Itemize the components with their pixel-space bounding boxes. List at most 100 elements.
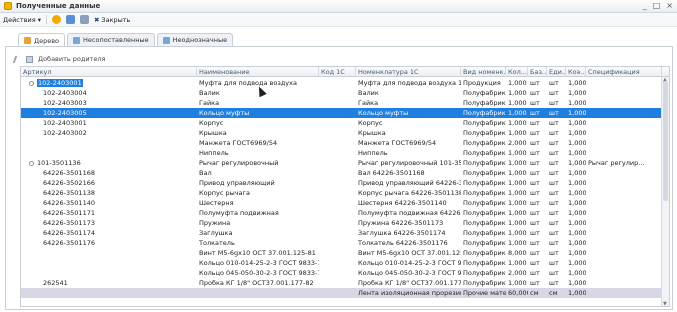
col-specification-cell: [586, 88, 662, 98]
vertical-scrollbar[interactable]: ▲ ▼: [661, 77, 669, 306]
article-text: 102-2403005: [43, 109, 87, 117]
tab-tree[interactable]: Дерево: [18, 33, 66, 47]
close-window-button[interactable]: ×: [666, 1, 673, 10]
table-row[interactable]: Кольцо 045-050-30-2-3 ГОСТ 9833-73 / ГО.…: [21, 268, 662, 278]
col-code-1c-cell: [319, 138, 356, 148]
col-quantity-cell: 1,000: [508, 129, 527, 137]
col-unit-cell: шт: [549, 139, 559, 147]
grid-icon[interactable]: [65, 15, 75, 24]
table-row[interactable]: 64226-3501176 Толкатель Толкатель 64226-35…: [21, 238, 662, 248]
article-text: 64226-3501140: [43, 199, 95, 207]
col-coefficient-cell: 1,000: [568, 159, 586, 167]
add-parents-button[interactable]: Добавить родителя: [38, 55, 105, 63]
col-unit-cell: шт: [549, 199, 559, 207]
table-row[interactable]: 64226-3502166 Привод управляющий Привод уп…: [21, 178, 662, 188]
app-icon: [4, 2, 12, 10]
tab-ambiguous[interactable]: Неоднозначные: [156, 33, 234, 46]
add-parent-icon[interactable]: [26, 55, 33, 63]
col-coefficient-cell: 1,000: [568, 109, 586, 117]
col-article-cell: 64226-3501140: [21, 198, 197, 208]
col-unit-cell: шт: [549, 99, 559, 107]
table-row[interactable]: 102-2403001 Муфта для подвода воздуха Муфт…: [21, 78, 662, 88]
refresh-icon[interactable]: [51, 15, 61, 24]
col-nomenclature-1c-header[interactable]: Номенклатура 1С: [356, 67, 461, 77]
table-row[interactable]: 262541 Пробка КГ 1/8" ОСТ37.001.177-82 Про…: [21, 278, 662, 288]
col-quantity-cell: 1,000: [508, 109, 527, 117]
article-text: 64226-3501171: [43, 209, 95, 217]
col-nomenclature-type-cell: Полуфабрикат: [463, 129, 506, 137]
pencil-icon[interactable]: [12, 55, 23, 63]
col-coefficient-cell: 1,000: [568, 199, 586, 207]
article-text: 102-2403001: [37, 79, 83, 87]
col-base-unit-header[interactable]: Баз...: [528, 67, 547, 77]
col-name-header[interactable]: Наименование: [197, 67, 319, 77]
col-base-unit-cell: шт: [530, 99, 540, 107]
col-coefficient-cell: 1,000: [568, 289, 586, 297]
col-quantity-cell: 1,000: [508, 169, 527, 177]
table-row[interactable]: Лента изоляционная прорезин... Прочие мат…: [21, 288, 662, 298]
col-unit-header[interactable]: Еди...: [547, 67, 566, 77]
col-base-unit-cell: шт: [530, 169, 540, 177]
window-controls: _ □ ×: [643, 1, 673, 10]
table-row[interactable]: 102-2403002КрышкаКрышкаПолуфабрикат1,000…: [21, 128, 662, 138]
minimize-button[interactable]: _: [643, 1, 647, 10]
close-button[interactable]: ✖ Закрыть: [94, 16, 130, 24]
table-row[interactable]: 102-2403005 Кольцо муфты Кольцо муфты Полуф…: [21, 108, 662, 118]
table-row[interactable]: 102-2403004ВаликВаликПолуфабрикат1,000шт…: [21, 88, 662, 98]
table-row[interactable]: 64226-3501140 Шестерня Шестерня 64226-3501…: [21, 198, 662, 208]
table-row[interactable]: 102-2403001КорпусКорпусПолуфабрикат1,000…: [21, 118, 662, 128]
title-bar: Полученные данные _ □ ×: [0, 0, 677, 13]
col-article-cell: [21, 258, 197, 268]
col-specification-header[interactable]: Спецификация: [586, 67, 662, 77]
col-article-cell: 64226-3501173: [21, 218, 197, 228]
col-article-header[interactable]: Артикул: [21, 67, 197, 77]
col-name-cell: Кольцо 010-014-25-2-3 ГОСТ 9833-73 / ГО.…: [199, 259, 319, 267]
col-specification-cell: [586, 208, 662, 218]
table-row[interactable]: 102-2403003ГайкаГайкаПолуфабрикат1,000шт…: [21, 98, 662, 108]
col-nomenclature-1c-cell: Вал 64226-3501168: [358, 169, 425, 177]
table-row[interactable]: 101-3501136 Рычаг регулировочный Рычаг рег…: [21, 158, 662, 168]
col-quantity-cell: 1,000: [508, 239, 527, 247]
table-row[interactable]: Манжета ГОСТ6969/54 Манжета ГОСТ6969/54 По…: [21, 138, 662, 148]
table-row[interactable]: 64226-3501168 Вал Вал 64226-3501168 Полуфаб…: [21, 168, 662, 178]
table-row[interactable]: Винт М5-6gх10 ОСТ 37.001.125-81 Винт М5-6…: [21, 248, 662, 258]
col-quantity-header[interactable]: Кол...: [506, 67, 528, 77]
export-icon[interactable]: [79, 15, 89, 24]
col-code-1c-cell: [319, 238, 356, 248]
table-row[interactable]: 64226-3501171 Полумуфта подвижная Полумуфт…: [21, 208, 662, 218]
col-specification-cell: Рычаг регулир...: [588, 159, 645, 167]
col-nomenclature-type-cell: Полуфабрикат: [463, 119, 506, 127]
scroll-thumb[interactable]: [663, 81, 668, 201]
col-code-1c-header[interactable]: Код 1С: [319, 67, 356, 77]
col-coefficient-cell: 1,000: [568, 119, 586, 127]
col-coefficient-cell: 1,000: [568, 179, 586, 187]
table-row[interactable]: НиппельНиппельПолуфабрикат1,000штшт1,000: [21, 148, 662, 158]
col-name-cell: Заглушка: [199, 229, 233, 237]
scroll-down-icon[interactable]: ▼: [663, 301, 667, 306]
tree-collapse-icon[interactable]: [29, 160, 34, 166]
col-nomenclature-type-cell: Полуфабрикат: [463, 259, 506, 267]
maximize-button[interactable]: □: [653, 1, 661, 10]
col-name-cell: Винт М5-6gх10 ОСТ 37.001.125-81: [199, 249, 316, 257]
col-name-cell: Привод управляющий: [199, 179, 275, 187]
tree-icon: [24, 37, 31, 44]
table-row[interactable]: Кольцо 010-014-25-2-3 ГОСТ 9833-73 / ГО.…: [21, 258, 662, 268]
tab-unmatched[interactable]: Несопоставленные: [67, 33, 155, 46]
col-coefficient-header[interactable]: Коэ...: [566, 67, 586, 77]
col-nomenclature-type-cell: Полуфабрикат: [463, 139, 506, 147]
col-nomenclature-type-header[interactable]: Вид номенк...: [461, 67, 506, 77]
actions-menu-button[interactable]: Действия ▾: [3, 16, 41, 24]
table-row[interactable]: 64226-3501138 Корпус рычага Корпус рычага …: [21, 188, 662, 198]
col-coefficient-cell: 1,000: [568, 209, 586, 217]
col-unit-cell: шт: [549, 219, 559, 227]
col-quantity-cell: 1,000: [508, 179, 527, 187]
col-article-cell: 102-2403001: [21, 78, 197, 88]
table-row[interactable]: 64226-3501173 Пружина Пружина 64226-350117…: [21, 218, 662, 228]
col-nomenclature-1c-cell: Лента изоляционная прорезин...: [358, 289, 461, 297]
tree-collapse-icon[interactable]: [29, 80, 34, 86]
table-row[interactable]: 64226-3501174 Заглушка Заглушка 64226-3501…: [21, 228, 662, 238]
col-nomenclature-type-cell: Полуфабрикат: [463, 159, 506, 167]
col-specification-cell: [586, 128, 662, 138]
col-code-1c-cell: [319, 208, 356, 218]
col-nomenclature-1c-cell: Гайка: [358, 99, 379, 107]
